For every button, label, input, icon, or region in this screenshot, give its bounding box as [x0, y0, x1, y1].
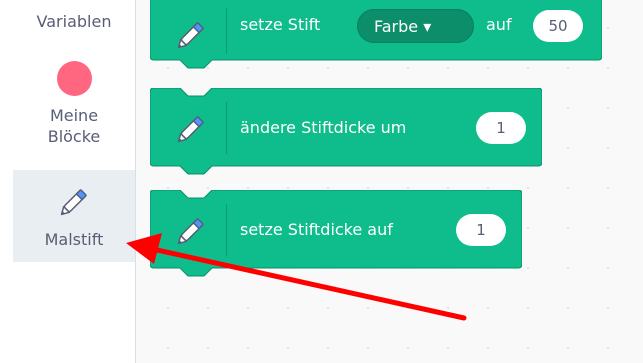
block-palette: setze Stift Farbe ▾ auf 50 ändere Stiftd… — [136, 0, 643, 363]
pen-icon — [177, 218, 204, 245]
pen-param-dropdown[interactable]: Farbe ▾ — [357, 9, 474, 43]
pen-icon — [60, 189, 87, 216]
value-input[interactable]: 1 — [456, 214, 506, 246]
scratch-editor: Variablen Meine Blöcke Malstift setze St… — [0, 0, 643, 363]
block-set-pen-size[interactable]: setze Stiftdicke auf 1 — [150, 190, 522, 277]
block-set-pen-color-param[interactable]: setze Stift Farbe ▾ auf 50 — [150, 0, 602, 69]
block-text: ändere Stiftdicke um — [240, 118, 407, 137]
category-my-blocks-dot-icon[interactable] — [57, 61, 92, 96]
category-pen-label[interactable]: Malstift — [13, 229, 135, 250]
pen-icon — [177, 116, 204, 143]
category-variables-label[interactable]: Variablen — [13, 11, 135, 32]
value-input[interactable]: 1 — [476, 112, 526, 144]
value-input[interactable]: 50 — [533, 10, 583, 42]
pen-icon — [177, 22, 204, 49]
block-text-auf: auf — [486, 15, 512, 34]
block-change-pen-size[interactable]: ändere Stiftdicke um 1 — [150, 88, 542, 175]
category-my-blocks-label[interactable]: Meine Blöcke — [13, 105, 135, 147]
block-text: setze Stift — [240, 15, 321, 34]
category-menu: Variablen Meine Blöcke Malstift — [13, 0, 136, 363]
block-text: setze Stiftdicke auf — [240, 220, 393, 239]
